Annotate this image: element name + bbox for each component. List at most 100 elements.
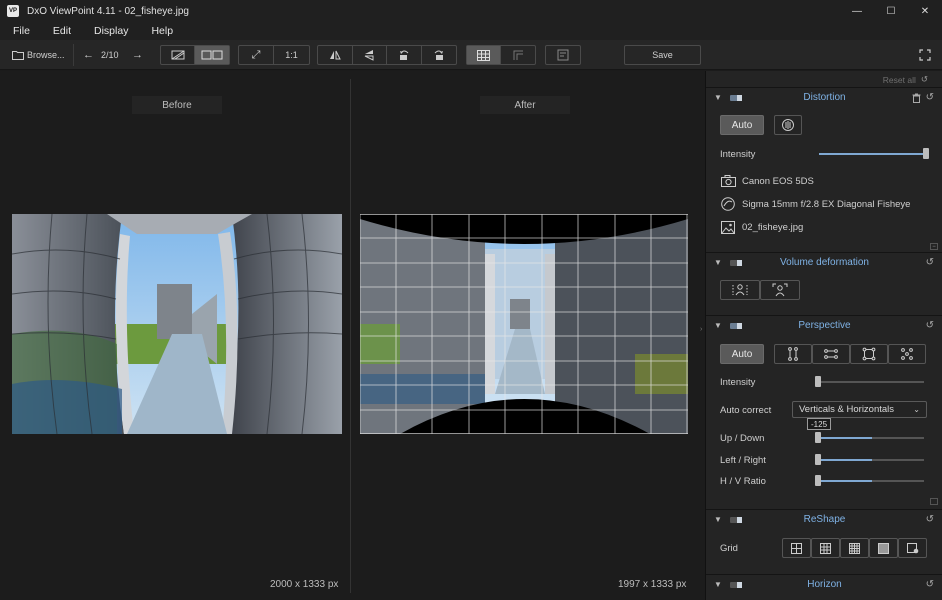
grid-3x3-button[interactable] bbox=[811, 538, 840, 558]
viewer-divider[interactable] bbox=[350, 79, 351, 593]
crop-overlay-button[interactable] bbox=[501, 46, 535, 64]
horizon-section-header[interactable]: ▼ Horizon ↺ bbox=[706, 574, 942, 594]
chevron-down-icon: ⌄ bbox=[913, 405, 920, 414]
reshape-title: ReShape bbox=[803, 514, 846, 525]
flip-horizontal-icon bbox=[329, 50, 341, 60]
person-center-icon bbox=[732, 284, 748, 296]
after-image[interactable] bbox=[360, 214, 688, 434]
split-view-icon bbox=[171, 50, 184, 60]
zoom-group: ⤢ 1:1 bbox=[238, 45, 310, 65]
fullscreen-button[interactable] bbox=[919, 45, 931, 65]
menu-help[interactable]: Help bbox=[138, 25, 183, 37]
reshape-section-header[interactable]: ▼ ReShape ↺ bbox=[706, 509, 942, 529]
compare-icon bbox=[201, 50, 223, 60]
perspective-rectangle-button[interactable] bbox=[850, 344, 888, 364]
volume-reset-icon[interactable]: ↺ bbox=[926, 257, 934, 268]
next-image-button[interactable]: → bbox=[132, 45, 143, 65]
image-viewer: Before After 2000 x 1333 px 1997 x 1333 … bbox=[0, 71, 705, 600]
grid-icon bbox=[477, 49, 490, 61]
perspective-intensity-slider[interactable] bbox=[815, 376, 821, 387]
collapse-details-icon[interactable] bbox=[930, 498, 938, 505]
perspective-reset-icon[interactable]: ↺ bbox=[926, 320, 934, 331]
perspective-intensity-label: Intensity bbox=[720, 377, 756, 388]
fullscreen-icon bbox=[919, 49, 931, 61]
app-logo-icon: VP bbox=[7, 5, 19, 17]
horizontal-lines-icon bbox=[824, 349, 838, 359]
zoom-100-button[interactable]: 1:1 bbox=[274, 46, 309, 64]
reset-all-button[interactable]: Reset all ↺ bbox=[883, 74, 928, 85]
auto-correct-label: Auto correct bbox=[720, 405, 772, 416]
toolbar: Browse... ← 2/10 → ⤢ 1:1 Save bbox=[0, 40, 942, 70]
before-dimensions: 2000 x 1333 px bbox=[270, 579, 339, 590]
before-image[interactable] bbox=[12, 214, 342, 434]
perspective-title: Perspective bbox=[798, 320, 851, 331]
updown-value-tooltip: -125 bbox=[807, 418, 832, 430]
distortion-title: Distortion bbox=[803, 92, 846, 103]
auto-correct-value: Verticals & Horizontals bbox=[799, 404, 895, 415]
grid-2x2-button[interactable] bbox=[782, 538, 811, 558]
grid-label: Grid bbox=[720, 543, 738, 554]
grid-2x2-icon bbox=[791, 542, 802, 554]
side-by-side-button[interactable] bbox=[195, 46, 229, 64]
close-button[interactable]: ✕ bbox=[908, 0, 942, 22]
person-corner-icon bbox=[772, 283, 788, 297]
leftright-label: Left / Right bbox=[720, 455, 766, 466]
distortion-manual-button[interactable] bbox=[774, 115, 802, 135]
crop-icon bbox=[513, 50, 523, 60]
distortion-reset-icon[interactable]: ↺ bbox=[926, 92, 934, 103]
hv-ratio-slider[interactable] bbox=[815, 475, 821, 486]
rotate-left-button[interactable] bbox=[387, 46, 422, 64]
horizon-reset-icon[interactable]: ↺ bbox=[926, 579, 934, 590]
distortion-intensity-slider[interactable] bbox=[923, 148, 929, 159]
auto-correct-select[interactable]: Verticals & Horizontals ⌄ bbox=[792, 401, 927, 418]
flip-vertical-button[interactable] bbox=[353, 46, 387, 64]
transform-group bbox=[317, 45, 457, 65]
hv-ratio-fill bbox=[818, 480, 872, 482]
zoom-fit-button[interactable]: ⤢ bbox=[239, 46, 275, 64]
updown-fill bbox=[818, 437, 872, 439]
collapse-details-icon[interactable]: − bbox=[930, 243, 938, 250]
title-bar: VP DxO ViewPoint 4.11 - 02_fisheye.jpg —… bbox=[0, 0, 942, 22]
grid-toggle-button[interactable] bbox=[467, 46, 502, 64]
trash-icon[interactable] bbox=[912, 93, 921, 103]
perspective-horizontal-button[interactable] bbox=[812, 344, 850, 364]
reshape-reset-icon[interactable]: ↺ bbox=[926, 514, 934, 525]
perspective-eight-point-button[interactable] bbox=[888, 344, 926, 364]
volume-diagonal-button[interactable] bbox=[760, 280, 800, 300]
lens-model: Sigma 15mm f/2.8 EX Diagonal Fisheye bbox=[742, 198, 911, 210]
browse-button[interactable]: Browse... bbox=[12, 45, 65, 65]
perspective-auto-button[interactable]: Auto bbox=[720, 344, 764, 364]
histogram-button[interactable] bbox=[545, 45, 581, 65]
perspective-section-header[interactable]: ▼ Perspective ↺ bbox=[706, 315, 942, 335]
save-button[interactable]: Save bbox=[624, 45, 701, 65]
grid-custom-button[interactable] bbox=[898, 538, 927, 558]
menu-display[interactable]: Display bbox=[81, 25, 138, 37]
leftright-slider[interactable] bbox=[815, 454, 821, 465]
volume-section-header[interactable]: ▼ Volume deformation ↺ bbox=[706, 252, 942, 272]
panel-collapse-handle[interactable]: › bbox=[700, 326, 705, 336]
after-dimensions: 1997 x 1333 px bbox=[618, 579, 687, 590]
updown-slider[interactable] bbox=[815, 432, 821, 443]
menu-file[interactable]: File bbox=[0, 25, 40, 37]
maximize-button[interactable]: ☐ bbox=[874, 0, 908, 22]
grid-4x4-button[interactable] bbox=[840, 538, 869, 558]
perspective-intensity-track[interactable] bbox=[818, 381, 924, 383]
reset-icon: ↺ bbox=[920, 74, 928, 84]
single-view-button[interactable] bbox=[161, 46, 196, 64]
volume-cylindrical-button[interactable] bbox=[720, 280, 760, 300]
distortion-auto-button[interactable]: Auto bbox=[720, 115, 764, 135]
distortion-section-header[interactable]: ▼ Distortion ↺ bbox=[706, 87, 942, 107]
rotate-right-button[interactable] bbox=[422, 46, 456, 64]
eight-points-icon bbox=[901, 348, 913, 360]
perspective-vertical-button[interactable] bbox=[774, 344, 812, 364]
camera-model: Canon EOS 5DS bbox=[742, 175, 814, 187]
minimize-button[interactable]: — bbox=[840, 0, 874, 22]
grid-fill-button[interactable] bbox=[869, 538, 898, 558]
previous-image-button[interactable]: ← bbox=[83, 45, 94, 65]
menu-edit[interactable]: Edit bbox=[40, 25, 81, 37]
flip-horizontal-button[interactable] bbox=[318, 46, 353, 64]
reset-all-label: Reset all bbox=[882, 74, 916, 85]
horizon-title: Horizon bbox=[807, 579, 842, 590]
rotate-right-icon bbox=[434, 50, 443, 60]
browse-label: Browse... bbox=[27, 50, 65, 60]
